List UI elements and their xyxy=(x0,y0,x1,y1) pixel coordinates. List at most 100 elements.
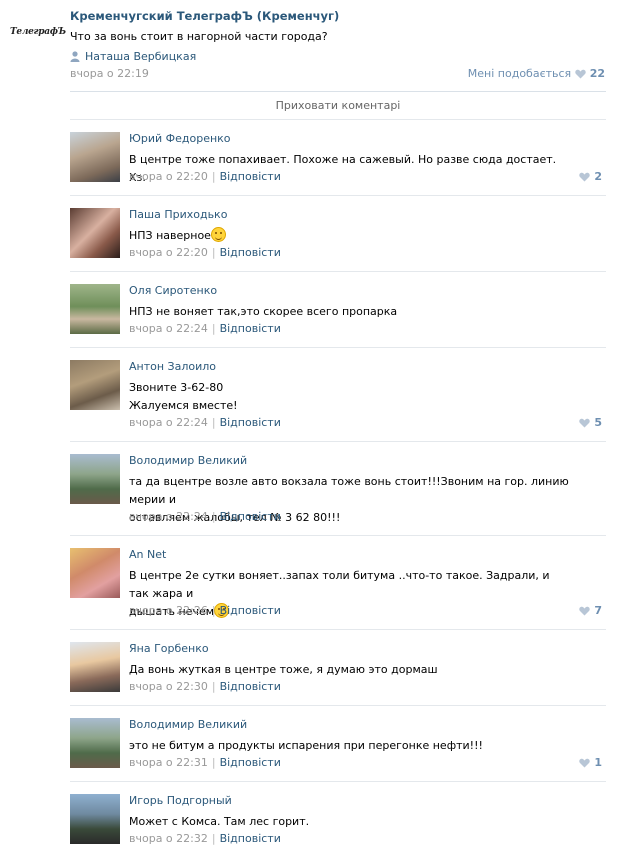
reply-button[interactable]: Відповісти xyxy=(220,246,281,259)
comment-meta: вчора о 22:31 | Відповісти xyxy=(129,756,281,769)
comment-author-link[interactable]: Оля Сиротенко xyxy=(129,284,217,297)
comment-item: Яна Горбенко Да вонь жуткая в центре тоже… xyxy=(70,629,606,705)
comment-item: Оля Сиротенко НПЗ не воняет так,это скоре… xyxy=(70,271,606,347)
avatar[interactable] xyxy=(70,284,120,334)
reply-button[interactable]: Відповісти xyxy=(220,832,281,845)
like-count: 1 xyxy=(594,756,602,769)
reply-button[interactable]: Відповісти xyxy=(220,416,281,429)
meta-separator: | xyxy=(211,756,216,769)
comment-timestamp[interactable]: вчора о 22:31 xyxy=(129,756,208,769)
comment-author-link[interactable]: Антон Залоило xyxy=(129,360,216,373)
post-like-button[interactable]: Мені подобається 22 xyxy=(468,67,605,80)
comment-author-link[interactable]: Юрий Федоренко xyxy=(129,132,231,145)
comment-text-line: это не битум а продукты испарения при пе… xyxy=(129,739,483,752)
like-count: 5 xyxy=(594,416,602,429)
reply-button[interactable]: Відповісти xyxy=(220,322,281,335)
comment-author-link[interactable]: Володимир Великий xyxy=(129,454,247,467)
comment-author-link[interactable]: An Net xyxy=(129,548,166,561)
comment-timestamp[interactable]: вчора о 22:30 xyxy=(129,680,208,693)
comment-meta: вчора о 22:32 | Відповісти xyxy=(129,832,281,845)
reply-button[interactable]: Відповісти xyxy=(220,510,281,523)
logo-text: ТелеграфЪ xyxy=(10,27,66,37)
comment-item: Игорь Подгорный Может с Комса. Там лес го… xyxy=(70,781,606,857)
comments-list: Юрий Федоренко В центре тоже попахивает. … xyxy=(70,119,606,857)
comment-text-line: НПЗ не воняет так,это скорее всего пропа… xyxy=(129,305,398,318)
comment-text-line: Звоните 3-62-80 xyxy=(129,381,224,394)
comment-author-link[interactable]: Володимир Великий xyxy=(129,718,247,731)
comment-meta: вчора о 22:24 | Відповісти xyxy=(129,510,281,523)
reply-button[interactable]: Відповісти xyxy=(220,680,281,693)
meta-separator: | xyxy=(211,510,216,523)
post-author-link[interactable]: Наташа Вербицкая xyxy=(70,50,196,63)
meta-separator: | xyxy=(211,170,216,183)
comment-text-line: Может с Комса. Там лес горит. xyxy=(129,815,310,828)
comment-timestamp[interactable]: вчора о 22:20 xyxy=(129,246,208,259)
comment-item: An Net В центре 2е сутки воняет..запах то… xyxy=(70,535,606,629)
reply-button[interactable]: Відповісти xyxy=(220,756,281,769)
comment-author-link[interactable]: Яна Горбенко xyxy=(129,642,209,655)
comment-text: Может с Комса. Там лес горит. xyxy=(129,813,569,831)
heart-icon xyxy=(579,758,591,767)
comment-text-line: Жалуемся вместе! xyxy=(129,399,238,412)
comment-item: Володимир Великий это не битум а продукты… xyxy=(70,705,606,781)
comment-meta: вчора о 22:24 | Відповісти xyxy=(129,322,281,335)
comment-item: Антон Залоило Звоните 3-62-80 Жалуемся вме… xyxy=(70,347,606,441)
comment-timestamp[interactable]: вчора о 22:24 xyxy=(129,416,208,429)
meta-separator: | xyxy=(211,604,216,617)
comment-text-line: Да вонь жуткая в центре тоже, я думаю эт… xyxy=(129,663,438,676)
avatar[interactable] xyxy=(70,548,120,598)
post-timestamp[interactable]: вчора о 22:19 xyxy=(70,67,149,80)
comment-like-button[interactable]: 5 xyxy=(579,416,602,429)
avatar[interactable] xyxy=(70,718,120,768)
comment-like-button[interactable]: 7 xyxy=(579,604,602,617)
comment-meta: вчора о 22:20 | Відповісти xyxy=(129,246,281,259)
comment-meta: вчора о 22:24 | Відповісти xyxy=(129,416,281,429)
avatar[interactable] xyxy=(70,360,120,410)
heart-icon xyxy=(579,606,591,615)
comment-text: это не битум а продукты испарения при пе… xyxy=(129,737,569,755)
meta-separator: | xyxy=(211,832,216,845)
comment-meta: вчора о 22:20 | Відповісти xyxy=(129,170,281,183)
heart-icon xyxy=(579,172,591,181)
comment-timestamp[interactable]: вчора о 22:24 xyxy=(129,322,208,335)
person-icon xyxy=(70,51,80,62)
avatar[interactable] xyxy=(70,454,120,504)
avatar[interactable] xyxy=(70,208,120,258)
comment-timestamp[interactable]: вчора о 22:24 xyxy=(129,510,208,523)
comment-text-line: та да вцентре возле авто вокзала тоже во… xyxy=(129,475,569,506)
heart-icon xyxy=(574,69,586,78)
post-header: ТелеграфЪ Кременчугский ТелеграфЪ (Креме… xyxy=(0,0,633,90)
comment-item: Юрий Федоренко В центре тоже попахивает. … xyxy=(70,119,606,195)
reply-button[interactable]: Відповісти xyxy=(220,170,281,183)
like-count: 22 xyxy=(589,67,605,80)
post-author-name: Наташа Вербицкая xyxy=(85,50,197,63)
comment-timestamp[interactable]: вчора о 22:32 xyxy=(129,832,208,845)
avatar[interactable] xyxy=(70,132,120,182)
comment-like-button[interactable]: 2 xyxy=(579,170,602,183)
meta-separator: | xyxy=(211,246,216,259)
reply-button[interactable]: Відповісти xyxy=(220,604,281,617)
heart-icon xyxy=(579,418,591,427)
like-label: Мені подобається xyxy=(467,67,572,80)
post-text: Что за вонь стоит в нагорной части город… xyxy=(70,30,328,43)
avatar[interactable] xyxy=(70,642,120,692)
comment-text: НПЗ наверное xyxy=(129,227,569,245)
comment-meta: вчора о 22:30 | Відповісти xyxy=(129,680,281,693)
like-count: 7 xyxy=(594,604,602,617)
hide-comments-link[interactable]: Приховати коментарі xyxy=(70,91,606,119)
comment-text: Да вонь жуткая в центре тоже, я думаю эт… xyxy=(129,661,569,679)
like-count: 2 xyxy=(594,170,602,183)
comment-meta: вчора о 22:26 | Відповісти xyxy=(129,604,281,617)
comment-timestamp[interactable]: вчора о 22:20 xyxy=(129,170,208,183)
wink-emoji xyxy=(210,227,226,242)
comment-text-line: НПЗ наверное xyxy=(129,227,569,245)
group-logo[interactable]: ТелеграфЪ xyxy=(10,27,66,37)
comment-timestamp[interactable]: вчора о 22:26 xyxy=(129,604,208,617)
meta-separator: | xyxy=(211,416,216,429)
avatar[interactable] xyxy=(70,794,120,844)
comment-item: Володимир Великий та да вцентре возле авт… xyxy=(70,441,606,535)
comment-author-link[interactable]: Паша Приходько xyxy=(129,208,227,221)
comment-like-button[interactable]: 1 xyxy=(579,756,602,769)
comment-author-link[interactable]: Игорь Подгорный xyxy=(129,794,232,807)
group-title-link[interactable]: Кременчугский ТелеграфЪ (Кременчуг) xyxy=(70,9,339,23)
